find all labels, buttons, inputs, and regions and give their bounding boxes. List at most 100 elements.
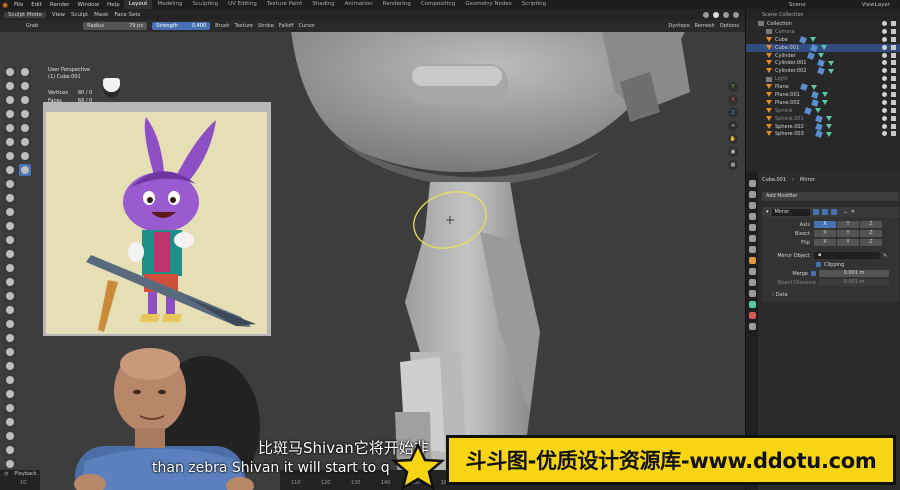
menu-mask[interactable]: Mask: [94, 12, 108, 18]
draw-brush-icon[interactable]: [4, 66, 16, 78]
smear-brush-icon[interactable]: [19, 108, 31, 120]
pan-hand-icon[interactable]: ✋: [728, 134, 738, 144]
clay-strips-brush-icon[interactable]: [4, 108, 16, 120]
axis-y-toggle[interactable]: Y: [837, 221, 859, 228]
slide-relax-icon[interactable]: [4, 360, 16, 372]
outliner-row[interactable]: Sphere.002: [746, 122, 900, 131]
flatten-brush-icon[interactable]: [4, 206, 16, 218]
outliner-row[interactable]: Cylinder.001: [746, 59, 900, 68]
texture-tab-icon[interactable]: [748, 323, 756, 330]
viewport-shading-rendered-icon[interactable]: [733, 11, 739, 18]
menu-help[interactable]: Help: [103, 2, 124, 8]
menu-file[interactable]: File: [10, 2, 27, 8]
merge-distance-field[interactable]: 0.001 m: [819, 270, 889, 277]
transform-move-icon[interactable]: [4, 444, 16, 456]
menu-window[interactable]: Window: [73, 2, 103, 8]
mirror-object-field[interactable]: ▪: [814, 252, 880, 259]
tab-animation[interactable]: Animation: [340, 0, 378, 9]
cloth-brush-icon[interactable]: [4, 388, 16, 400]
outliner-row[interactable]: Cube: [746, 35, 900, 44]
menu-edit[interactable]: Edit: [27, 2, 46, 8]
render-camera-icon[interactable]: [891, 68, 896, 74]
scene-selector[interactable]: Scene: [789, 2, 806, 8]
flip-y-toggle[interactable]: Y: [837, 239, 859, 246]
viewport-shading-wire-icon[interactable]: [703, 11, 709, 18]
radius-field[interactable]: Radius 79 px: [83, 22, 148, 30]
visibility-eye-icon[interactable]: [882, 123, 887, 129]
dyntopo-toggle[interactable]: Dyntopo: [668, 23, 689, 29]
modifier-name-field[interactable]: Mirror: [771, 208, 810, 216]
outliner-row[interactable]: Sphere: [746, 106, 900, 115]
smooth-brush-icon[interactable]: [4, 192, 16, 204]
visibility-eye-icon[interactable]: [882, 99, 887, 105]
merge-checkbox[interactable]: [811, 271, 816, 276]
menu-face-sets[interactable]: Face Sets: [114, 12, 140, 18]
menu-brush[interactable]: Brush: [215, 23, 229, 29]
flip-z-toggle[interactable]: Z: [860, 239, 882, 246]
transform-rotate-icon[interactable]: [4, 458, 16, 470]
outliner-row[interactable]: Cylinder.002: [746, 67, 900, 76]
eyedropper-icon[interactable]: ✎: [883, 253, 887, 259]
particles-tab-icon[interactable]: [748, 268, 756, 275]
pinch-brush-icon[interactable]: [4, 262, 16, 274]
visibility-eye-icon[interactable]: [882, 36, 887, 42]
visibility-eye-icon[interactable]: [882, 28, 887, 34]
bisect-z-toggle[interactable]: Z: [860, 230, 882, 237]
boundary-brush-icon[interactable]: [4, 374, 16, 386]
axis-z-toggle[interactable]: Z: [860, 221, 882, 228]
visibility-eye-icon[interactable]: [882, 76, 887, 82]
tab-scripting[interactable]: Scripting: [517, 0, 551, 9]
object-tab-icon[interactable]: [748, 246, 756, 253]
tab-sculpting[interactable]: Sculpting: [187, 0, 223, 9]
outliner-row[interactable]: Sphere.003: [746, 130, 900, 139]
axis-x-toggle[interactable]: X: [814, 221, 836, 228]
render-camera-icon[interactable]: [891, 115, 896, 121]
view-layer-selector[interactable]: ViewLayer: [862, 2, 890, 8]
timeline-editor-icon[interactable]: ◷: [4, 471, 8, 477]
bisect-x-toggle[interactable]: X: [814, 230, 836, 237]
tab-geometry-nodes[interactable]: Geometry Nodes: [460, 0, 516, 9]
render-camera-icon[interactable]: [891, 60, 896, 66]
paint-brush-icon[interactable]: [19, 94, 31, 106]
tool-tab-icon[interactable]: [748, 180, 756, 187]
clipping-checkbox[interactable]: Clipping: [762, 260, 899, 269]
visibility-eye-icon[interactable]: [882, 52, 887, 58]
visibility-eye-icon[interactable]: [882, 115, 887, 121]
collapse-chevron-icon[interactable]: ▾: [766, 209, 769, 215]
outliner-row[interactable]: Plane: [746, 83, 900, 91]
clay-thumb-brush-icon[interactable]: [4, 122, 16, 134]
constraints-tab-icon[interactable]: [748, 290, 756, 297]
render-tab-icon[interactable]: [748, 191, 756, 198]
visibility-eye-icon[interactable]: [882, 60, 887, 66]
bisect-distance-field[interactable]: 0.001 m: [819, 279, 889, 286]
outliner-row[interactable]: Plane.001: [746, 91, 900, 99]
tab-uv-editing[interactable]: UV Editing: [223, 0, 262, 9]
render-camera-icon[interactable]: [891, 76, 896, 82]
menu-sculpt[interactable]: Sculpt: [71, 12, 88, 18]
displacement-eraser-icon[interactable]: [19, 80, 31, 92]
outliner-row[interactable]: Light: [746, 75, 900, 83]
inflate-brush-icon[interactable]: [4, 150, 16, 162]
menu-texture[interactable]: Texture: [235, 23, 253, 29]
playback-menu[interactable]: Playback: [14, 471, 36, 477]
visibility-eye-icon[interactable]: [882, 21, 887, 26]
perspective-grid-icon[interactable]: ▦: [728, 160, 738, 170]
blender-logo-icon[interactable]: ◉: [0, 0, 10, 9]
modifier-close-icon[interactable]: ✕: [851, 209, 855, 215]
view-layer-tab-icon[interactable]: [748, 213, 756, 220]
options-menu[interactable]: Options: [720, 23, 739, 29]
clipping-check-icon[interactable]: [816, 262, 821, 267]
menu-cursor[interactable]: Cursor: [299, 23, 315, 29]
render-camera-icon[interactable]: [891, 131, 896, 137]
render-toggle-icon[interactable]: [830, 209, 837, 215]
modifier-menu-icon[interactable]: ⌄: [844, 209, 848, 215]
outliner-row[interactable]: Camera: [746, 28, 900, 36]
snake-hook-icon[interactable]: [4, 290, 16, 302]
gizmo-axis-z[interactable]: Z: [728, 108, 738, 118]
visibility-eye-icon[interactable]: [882, 68, 887, 74]
layer-brush-icon[interactable]: [4, 136, 16, 148]
visibility-eye-icon[interactable]: [882, 84, 887, 90]
strength-field[interactable]: Strength 0.400: [152, 22, 211, 30]
viewport-shading-solid-icon[interactable]: [713, 11, 719, 18]
mask-brush-icon[interactable]: [4, 416, 16, 428]
